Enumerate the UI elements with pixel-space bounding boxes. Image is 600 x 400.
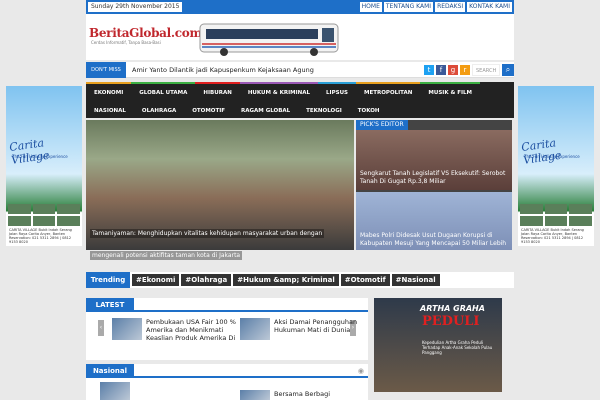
trending-tag[interactable]: #Hukum &amp; Kriminal (233, 274, 339, 286)
post-thumbnail[interactable] (240, 390, 270, 400)
nav-item-ragam-global[interactable]: RAGAM GLOBAL (233, 100, 298, 118)
post-title[interactable]: Bersama Berbagi (274, 390, 374, 398)
top-link-contact[interactable]: KONTAK KAMI (467, 2, 512, 12)
bus-banner-image[interactable] (196, 18, 342, 58)
twitter-icon[interactable]: t (424, 65, 434, 75)
top-links: HOME TENTANG KAMI REDAKSI KONTAK KAMI (359, 2, 512, 12)
trending-tag[interactable]: #Nasional (391, 274, 440, 286)
nav-item-tokoh[interactable]: TOKOH (350, 100, 388, 118)
nav-item-olahraga[interactable]: OLAHRAGA (134, 100, 184, 118)
social-icons: t f g r (424, 65, 470, 75)
slider-caption[interactable]: Tamaniyaman: Menghidupkan vitalitas kehi… (90, 220, 350, 264)
nav-item-otomotif[interactable]: OTOMOTIF (184, 100, 233, 118)
site-logo[interactable]: BeritaGlobal.com (89, 26, 202, 40)
ad-thumbnails (8, 204, 80, 226)
nasional-header: Nasional ◉ (86, 364, 368, 378)
latest-post-label: LATEST POST (86, 298, 134, 323)
facebook-icon[interactable]: f (436, 65, 446, 75)
trending-bar: Trending #Ekonomi #Olahraga #Hukum &amp;… (86, 272, 514, 288)
post-thumbnail[interactable] (100, 382, 130, 400)
trending-tag[interactable]: #Ekonomi (132, 274, 180, 286)
carita-village-ad-right[interactable]: Carita Village The Fun Holiday Experienc… (518, 86, 594, 246)
post-title[interactable]: Aksi Damai Penangguhan Hukuman Mati di D… (274, 318, 374, 334)
prev-arrow-icon[interactable]: ‹ (98, 320, 104, 336)
site-header: BeritaGlobal.com Cerdas Informatif, Tanp… (86, 14, 514, 60)
picks-editor-panel: PICK'S EDITOR Sengkarut Tanah Legislatif… (356, 120, 512, 250)
google-plus-icon[interactable]: g (448, 65, 458, 75)
carita-village-ad-left[interactable]: Carita Village The Fun Holiday Experienc… (6, 86, 82, 246)
nav-item-global-utama[interactable]: GLOBAL UTAMA (131, 82, 196, 100)
ad-subtitle: The Fun Holiday Experience (524, 154, 580, 159)
trending-tag[interactable]: #Otomotif (340, 274, 390, 286)
nav-item-metropolitan[interactable]: METROPOLITAN (356, 82, 421, 100)
current-date: Sunday 29th November 2015 (88, 2, 183, 12)
top-link-home[interactable]: HOME (359, 2, 382, 12)
post-title[interactable]: Pembukaan USA Fair 100 % Amerika dan Men… (146, 318, 246, 342)
nav-item-lipsus[interactable]: LIPSUS (318, 82, 357, 100)
trending-tag[interactable]: #Olahraga (181, 274, 232, 286)
post-thumbnail[interactable] (240, 318, 270, 340)
pick-item-2[interactable]: Mabes Polri Didesak Usut Dugaan Korupsi … (356, 192, 512, 250)
ad-info: CARITA VILLAGE Bukit Indah Serang Jalan … (521, 228, 584, 244)
dont-miss-label: DON'T MISS (86, 62, 126, 78)
top-link-redaksi[interactable]: REDAKSI (435, 2, 466, 12)
rss-icon[interactable]: r (460, 65, 470, 75)
trending-label: Trending (86, 272, 130, 288)
slider-caption-line-1: Tamaniyaman: Menghidupkan vitalitas kehi… (90, 229, 325, 238)
rss-icon[interactable]: ◉ (358, 367, 364, 375)
artha-graha-peduli-ad[interactable]: ARTHA GRAHA PEDULI Kepedulian Artha Grah… (374, 298, 502, 392)
top-bar: Sunday 29th November 2015 HOME TENTANG K… (86, 0, 514, 14)
nav-item-teknologi[interactable]: TEKNOLOGI (298, 100, 350, 118)
ticker-bar: DON'T MISS Amir Yanto Dilantik jadi Kapu… (86, 62, 514, 78)
featured-slider[interactable]: Tamaniyaman: Menghidupkan vitalitas kehi… (86, 120, 354, 260)
post-thumbnail[interactable] (112, 318, 142, 340)
site-tagline: Cerdas Informatif, Tanpa Basa-Basi (91, 40, 161, 45)
pick-item-1-title[interactable]: Sengkarut Tanah Legislatif VS Eksekutif:… (360, 170, 508, 186)
nav-item-hukum-kriminal[interactable]: HUKUM & KRIMINAL (239, 82, 319, 100)
ad-brand: ARTHA GRAHA (420, 304, 485, 313)
ad-quote: Kepedulian Artha Graha Peduli Terhadap A… (422, 340, 493, 355)
slider-caption-line-2: mengenali potensi aktifitas taman kota d… (90, 251, 243, 260)
nav-item-musik-film[interactable]: MUSIK & FILM (420, 82, 480, 100)
nav-row-2: NASIONAL OLAHRAGA OTOMOTIF RAGAM GLOBAL … (86, 100, 388, 118)
ad-info: CARITA VILLAGE Bukit Indah Serang Jalan … (9, 228, 72, 244)
top-link-about[interactable]: TENTANG KAMI (383, 2, 434, 12)
latest-post-section: LATEST POST ‹ › Pembukaan USA Fair 100 %… (86, 298, 368, 360)
search-input[interactable]: SEARCH (472, 64, 500, 76)
ad-thumbnails (520, 204, 592, 226)
nav-item-nasional[interactable]: NASIONAL (86, 100, 134, 118)
pick-item-2-title[interactable]: Mabes Polri Didesak Usut Dugaan Korupsi … (360, 232, 508, 248)
ad-title: Carita Village (8, 136, 51, 167)
search-icon[interactable]: ⌕ (502, 64, 514, 76)
nav-item-ekonomi[interactable]: EKONOMI (86, 82, 132, 100)
trending-tags: #Ekonomi #Olahraga #Hukum &amp; Kriminal… (132, 274, 440, 286)
pick-item-1[interactable]: Sengkarut Tanah Legislatif VS Eksekutif:… (356, 130, 512, 190)
ad-title: Carita Village (520, 136, 563, 167)
nav-item-hiburan[interactable]: HIBURAN (195, 82, 240, 100)
ad-brand-2: PEDULI (422, 314, 480, 329)
nav-row-1: EKONOMI GLOBAL UTAMA HIBURAN HUKUM & KRI… (86, 82, 480, 100)
ad-subtitle: The Fun Holiday Experience (12, 154, 68, 159)
latest-post-header: LATEST POST (86, 298, 368, 323)
picks-editor-label: PICK'S EDITOR (356, 120, 408, 130)
nasional-label: Nasional (86, 364, 134, 378)
main-nav: EKONOMI GLOBAL UTAMA HIBURAN HUKUM & KRI… (86, 82, 514, 118)
nasional-section: Nasional ◉ Bersama Berbagi (86, 364, 368, 400)
ticker-headline[interactable]: Amir Yanto Dilantik jadi Kapuspenkum Kej… (132, 62, 314, 78)
